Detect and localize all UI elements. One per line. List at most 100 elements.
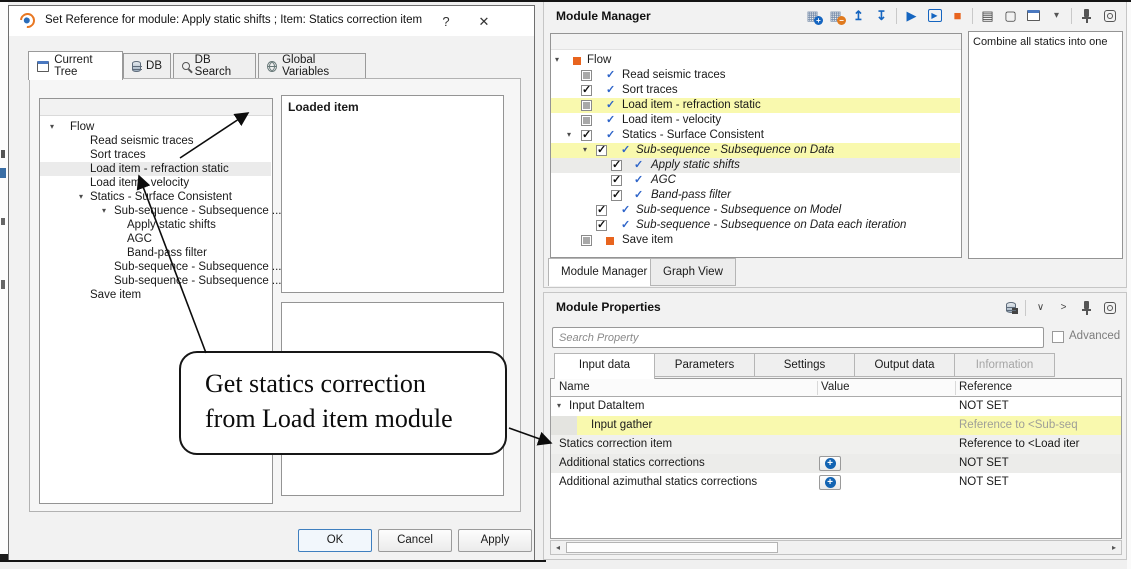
tab-graph-view[interactable]: Graph View <box>650 258 736 286</box>
module-checkbox[interactable] <box>596 205 607 216</box>
module-tree-item[interactable]: Save item <box>551 233 960 248</box>
module-checkbox[interactable] <box>581 85 592 96</box>
module-tree-item[interactable]: ✓AGC <box>551 173 960 188</box>
collapse-icon[interactable]: ∨ <box>1032 299 1049 316</box>
module-tree-item[interactable]: ✓Sub-sequence - Subsequence on Data each… <box>551 218 960 233</box>
tab-parameters[interactable]: Parameters <box>654 353 755 377</box>
tab-output-data[interactable]: Output data <box>854 353 955 377</box>
module-tree-item[interactable]: ✓Read seismic traces <box>551 68 960 83</box>
float-panel-icon[interactable] <box>1101 7 1118 24</box>
tab-information[interactable]: Information <box>954 353 1055 377</box>
expander-icon[interactable]: ▾ <box>79 191 83 203</box>
module-checkbox[interactable] <box>581 235 592 246</box>
horizontal-scrollbar[interactable]: ◂ ▸ <box>550 540 1122 555</box>
expander-icon[interactable]: ▾ <box>557 400 561 412</box>
add-item-button[interactable]: + <box>819 475 841 490</box>
module-checkbox[interactable] <box>611 160 622 171</box>
module-tree-item[interactable]: ✓Band-pass filter <box>551 188 960 203</box>
advanced-checkbox[interactable] <box>1052 331 1064 343</box>
add-item-button[interactable]: + <box>819 456 841 471</box>
dialog-tree-item[interactable]: Read seismic traces <box>40 134 271 148</box>
property-row[interactable]: Additional azimuthal statics corrections… <box>551 473 1121 492</box>
module-tree-item[interactable]: ✓Sub-sequence - Subsequence on Model <box>551 203 960 218</box>
flow-log-icon[interactable]: ▤ <box>979 7 996 24</box>
dialog-titlebar[interactable]: Set Reference for module: Apply static s… <box>9 6 534 36</box>
dialog-tree-item[interactable]: ▾Statics - Surface Consistent <box>40 190 271 204</box>
property-row[interactable]: ▾Input DataItemNOT SET <box>551 397 1121 416</box>
module-tree-item[interactable]: ✓Apply static shifts <box>551 158 960 173</box>
module-checkbox[interactable] <box>581 70 592 81</box>
flow-comment-box[interactable]: Combine all statics into one <box>968 31 1123 259</box>
close-button[interactable]: ✕ <box>471 12 497 32</box>
module-checkbox[interactable] <box>611 175 622 186</box>
dialog-tree-item[interactable]: AGC <box>40 232 271 246</box>
module-tree-item[interactable]: ✓Load item - velocity <box>551 113 960 128</box>
dialog-tree-item[interactable]: Sub-sequence - Subsequence ... <box>40 274 271 288</box>
run-icon[interactable]: ▶ <box>903 7 920 24</box>
module-tree-item[interactable]: ▾✓Statics - Surface Consistent <box>551 128 960 143</box>
tab-db-search[interactable]: DB Search <box>173 53 256 79</box>
ok-button[interactable]: OK <box>298 529 372 552</box>
tab-input-data[interactable]: Input data <box>554 353 655 379</box>
module-tree-item[interactable]: ✓Sort traces <box>551 83 960 98</box>
move-up-icon-glyph: ↥ <box>853 7 864 24</box>
apply-button[interactable]: Apply <box>458 529 532 552</box>
dialog-tree-item[interactable]: Apply static shifts <box>40 218 271 232</box>
expander-icon[interactable]: ▾ <box>567 129 571 141</box>
property-row[interactable]: Additional statics corrections+NOT SET <box>551 454 1121 473</box>
module-checkbox[interactable] <box>596 220 607 231</box>
dialog-tree-item[interactable]: Sub-sequence - Subsequence ... <box>40 260 271 274</box>
module-checkbox[interactable] <box>611 190 622 201</box>
property-row[interactable]: Statics correction itemReference to <Loa… <box>551 435 1121 454</box>
tab-global-variables[interactable]: Global Variables <box>258 53 366 79</box>
tab-settings[interactable]: Settings <box>754 353 855 377</box>
dialog-tree-item[interactable]: Load item - refraction static <box>40 162 271 176</box>
scroll-right-icon[interactable]: ▸ <box>1107 541 1121 554</box>
expander-icon[interactable]: ▾ <box>50 121 54 133</box>
cancel-button[interactable]: Cancel <box>378 529 452 552</box>
expander-icon[interactable]: ▾ <box>555 54 559 66</box>
scrollbar-thumb[interactable] <box>566 542 778 553</box>
new-window-icon[interactable] <box>1025 7 1042 24</box>
expand-icon[interactable]: > <box>1055 299 1072 316</box>
dialog-tree-item[interactable]: Band-pass filter <box>40 246 271 260</box>
stop-icon[interactable]: ■ <box>949 7 966 24</box>
module-manager-tree: ▾Flow✓Read seismic traces✓Sort traces✓Lo… <box>551 53 961 257</box>
module-tree-item[interactable]: ✓Load item - refraction static <box>551 98 960 113</box>
save-to-db-icon[interactable] <box>1002 299 1019 316</box>
pin-icon[interactable] <box>1078 7 1095 24</box>
scroll-left-icon[interactable]: ◂ <box>551 541 565 554</box>
paste-icon[interactable]: ▢ <box>1002 7 1019 24</box>
tab-module-manager[interactable]: Module Manager <box>548 258 660 286</box>
pin-icon[interactable] <box>1078 299 1095 316</box>
module-checkbox[interactable] <box>581 115 592 126</box>
column-separator[interactable] <box>955 381 956 395</box>
run-flow-icon[interactable]: ▶ <box>926 7 943 24</box>
property-reference: NOT SET <box>959 473 1009 492</box>
add-module-icon[interactable]: ▦+ <box>804 7 821 24</box>
expander-icon[interactable]: ▾ <box>583 144 587 156</box>
module-checkbox[interactable] <box>581 100 592 111</box>
help-button[interactable]: ? <box>433 12 459 32</box>
dialog-tree-item[interactable]: ▾Sub-sequence - Subsequence ... <box>40 204 271 218</box>
remove-module-icon[interactable]: ▦− <box>827 7 844 24</box>
module-checkbox[interactable] <box>596 145 607 156</box>
column-separator[interactable] <box>817 381 818 395</box>
float-panel-icon[interactable] <box>1101 299 1118 316</box>
dialog-tree-item[interactable]: Sort traces <box>40 148 271 162</box>
dialog-tree-item[interactable]: Load item - velocity <box>40 176 271 190</box>
dropdown-caret-icon[interactable]: ▾ <box>1048 7 1065 24</box>
tab-current-tree[interactable]: Current Tree <box>28 51 123 80</box>
loaded-item-label: Loaded item <box>288 100 359 114</box>
property-row[interactable]: Input gatherReference to <Sub-seq <box>551 416 1121 435</box>
dialog-tree-item[interactable]: Save item <box>40 288 271 302</box>
dialog-tree-item[interactable]: ▾Flow <box>40 120 271 134</box>
module-tree-item[interactable]: ▾Flow <box>551 53 960 68</box>
module-checkbox[interactable] <box>581 130 592 141</box>
tab-db[interactable]: DB <box>123 53 171 79</box>
search-property-input[interactable] <box>552 327 1044 348</box>
move-down-icon[interactable]: ↧ <box>873 7 890 24</box>
move-up-icon[interactable]: ↥ <box>850 7 867 24</box>
expander-icon[interactable]: ▾ <box>102 205 106 217</box>
module-tree-item[interactable]: ▾✓Sub-sequence - Subsequence on Data <box>551 143 960 158</box>
